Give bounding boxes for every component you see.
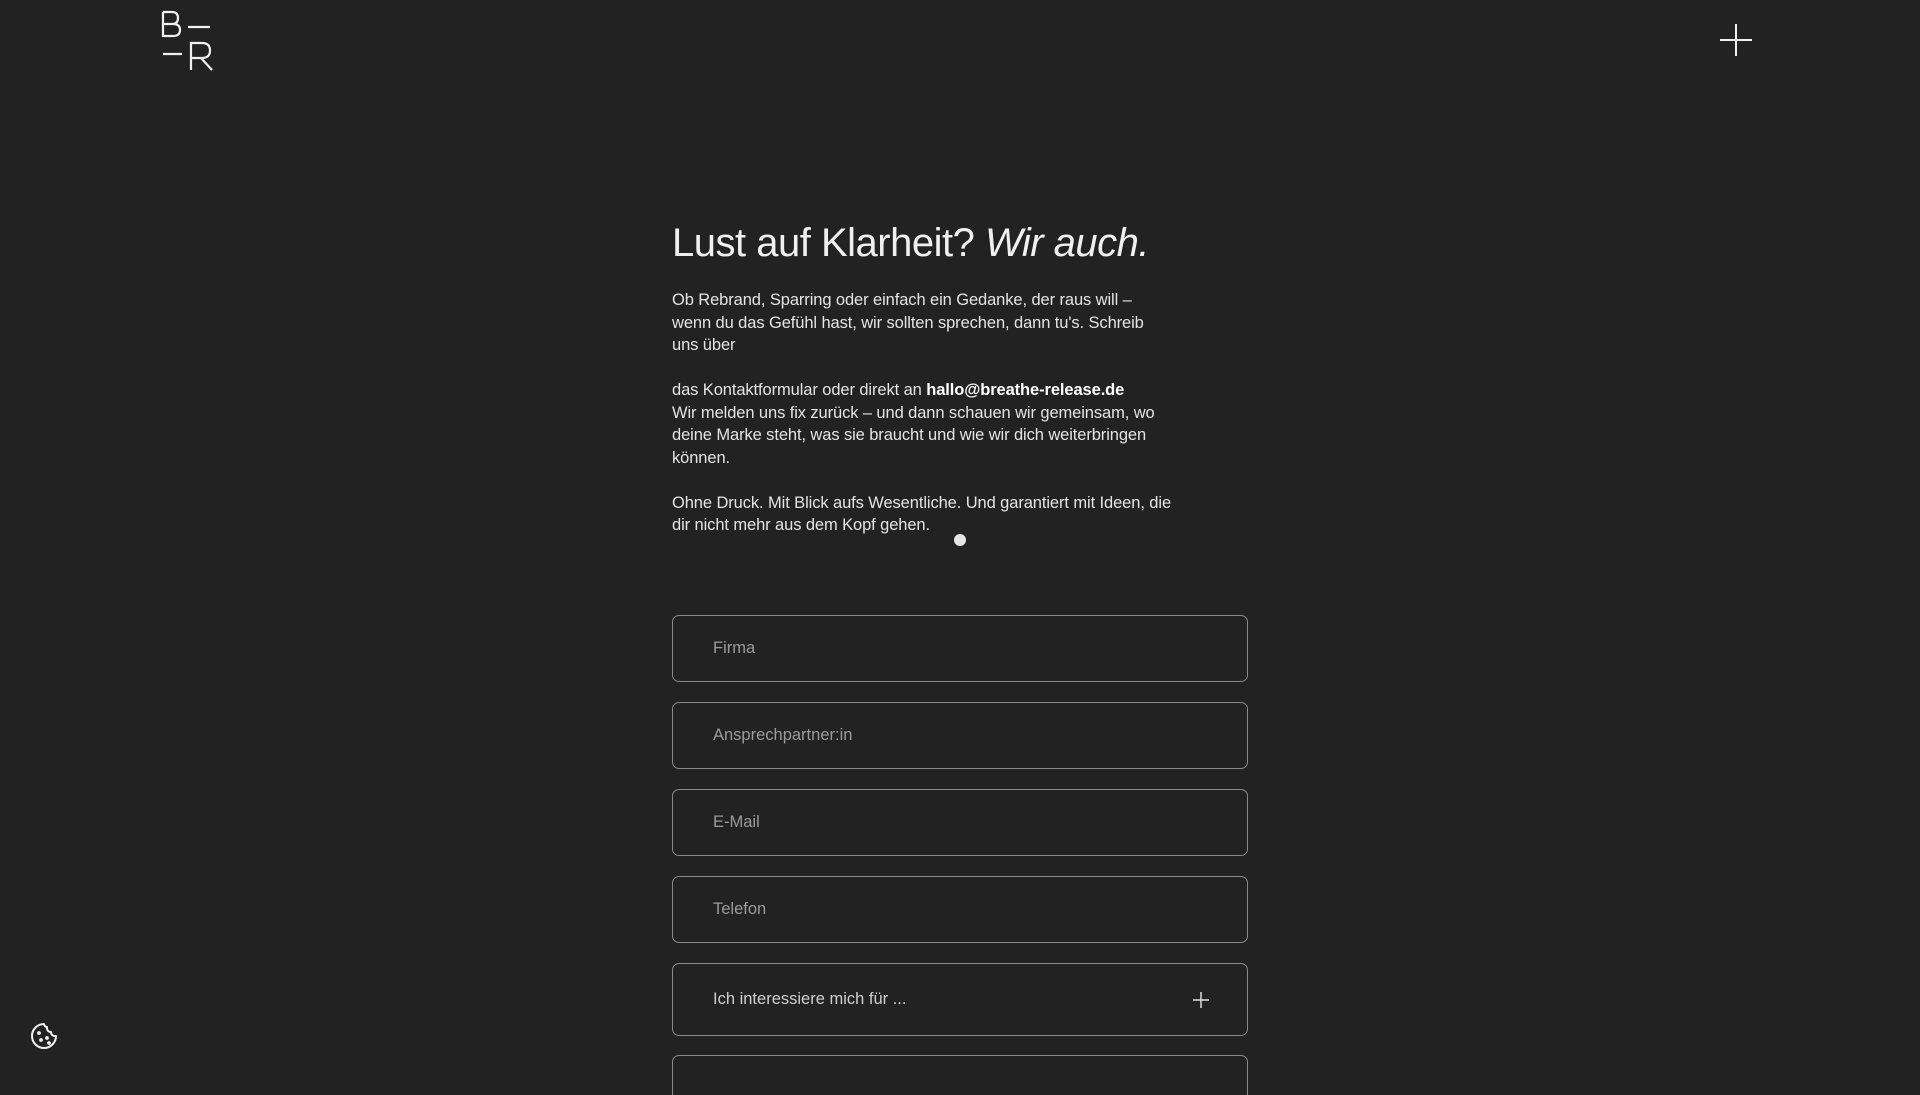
intro-paragraph-1: Ob Rebrand, Sparring oder einfach ein Ge… (672, 291, 1144, 354)
menu-toggle-button[interactable] (1718, 22, 1754, 58)
email-link[interactable]: hallo@breathe-release.de (926, 381, 1124, 399)
email-input[interactable] (673, 790, 1247, 855)
br-logo-icon (161, 10, 213, 71)
company-field-wrapper (672, 615, 1248, 682)
headline-italic: Wir auch. (984, 221, 1150, 265)
message-field-partial[interactable] (672, 1055, 1248, 1095)
contact-intro: Lust auf Klarheit? Wir auch. Ob Rebrand,… (672, 214, 1172, 537)
intro-paragraph-3: Ohne Druck. Mit Blick aufs Wesentliche. … (672, 493, 1172, 535)
cookie-settings-button[interactable] (29, 1021, 59, 1051)
site-header (0, 0, 1920, 90)
logo[interactable] (160, 9, 220, 71)
intro-paragraph-2: das Kontaktformular oder direkt an hallo… (672, 379, 1172, 469)
interest-dropdown-label: Ich interessiere mich für ... (713, 990, 907, 1008)
company-input[interactable] (673, 616, 1247, 681)
intro-paragraph-2-prefix: das Kontaktformular oder direkt an (672, 381, 922, 399)
headline-plain: Lust auf Klarheit? (672, 221, 975, 265)
plus-icon (1720, 24, 1752, 56)
contact-person-input[interactable] (673, 703, 1247, 768)
intro-paragraph-2-suffix: Wir melden uns fix zurück – und dann sch… (672, 403, 1155, 467)
contact-person-field-wrapper (672, 702, 1248, 769)
plus-icon (1193, 992, 1209, 1008)
interest-dropdown[interactable]: Ich interessiere mich für ... (672, 963, 1248, 1036)
cookie-icon (31, 1023, 57, 1049)
intro-text: Ob Rebrand, Sparring oder einfach ein Ge… (672, 289, 1172, 537)
page-title: Lust auf Klarheit? Wir auch. (672, 214, 1172, 272)
slider-dot[interactable] (954, 534, 966, 546)
email-field-wrapper (672, 789, 1248, 856)
phone-input[interactable] (673, 877, 1247, 942)
contact-form: Ich interessiere mich für ... (672, 615, 1248, 1095)
phone-field-wrapper (672, 876, 1248, 943)
